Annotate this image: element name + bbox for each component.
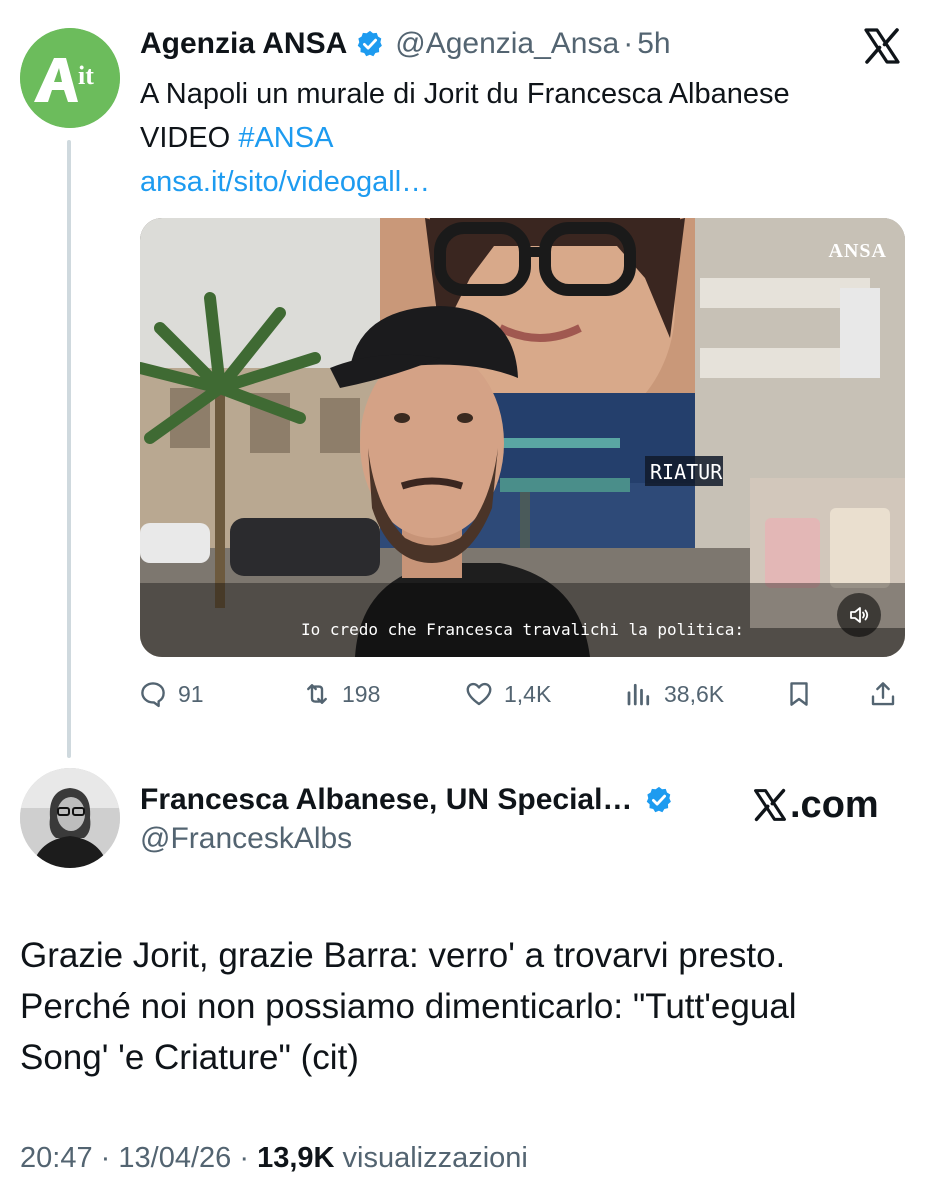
thread-line xyxy=(67,140,71,758)
x-logo-icon[interactable] xyxy=(862,26,902,66)
albanese-photo xyxy=(20,768,120,868)
reply-icon xyxy=(141,682,165,708)
mute-button[interactable] xyxy=(837,593,881,637)
ansa-logo: it xyxy=(20,28,120,128)
x-com-label: .com xyxy=(790,783,879,826)
view-count: 38,6K xyxy=(664,680,725,707)
tweet-date[interactable]: 13/04/26 xyxy=(118,1142,231,1174)
main-tweet-line-3: Song' 'e Criature" (cit) xyxy=(20,1038,359,1077)
albanese-avatar[interactable] xyxy=(20,768,120,868)
views-button[interactable]: 38,6K xyxy=(624,672,724,716)
main-tweet-text: Grazie Jorit, grazie Barra: verro' a tro… xyxy=(20,930,910,1083)
x-com-watermark: .com xyxy=(752,783,879,827)
repost-icon xyxy=(307,684,327,704)
quoted-tweet-actions: 91 198 1,4K 38,6K xyxy=(138,672,908,716)
tweet-time-ago[interactable]: 5h xyxy=(637,27,670,61)
like-count: 1,4K xyxy=(504,680,552,707)
article-link[interactable]: ansa.it/sito/videogall… xyxy=(140,160,430,204)
bookmark-icon xyxy=(790,682,808,706)
meta-separator: · xyxy=(100,1142,111,1174)
video-subtitle: Io credo che Francesca travalichi la pol… xyxy=(300,620,745,639)
video-watermark: ANSA xyxy=(828,240,887,262)
ansa-avatar-text: it xyxy=(78,61,94,90)
main-tweet-author-row: Francesca Albanese, UN Special… xyxy=(140,780,684,820)
albanese-author-name[interactable]: Francesca Albanese, UN Special… xyxy=(140,783,632,817)
main-view-count[interactable]: 13,9K xyxy=(257,1142,334,1174)
bar-chart-icon xyxy=(627,683,650,706)
hashtag-link[interactable]: #ANSA xyxy=(238,122,333,154)
main-tweet-line-1: Grazie Jorit, grazie Barra: verro' a tro… xyxy=(20,936,786,975)
verified-badge-icon xyxy=(358,30,383,57)
ansa-handle[interactable]: @Agenzia_Ansa xyxy=(395,27,619,61)
repost-count: 198 xyxy=(342,680,381,707)
mural-sign-text: RIATUR xyxy=(650,460,723,484)
header-separator: · xyxy=(623,27,634,60)
bookmark-button[interactable] xyxy=(784,672,824,716)
verified-badge-icon xyxy=(647,786,672,813)
reply-button[interactable]: 91 xyxy=(138,672,204,716)
ansa-author-name[interactable]: Agenzia ANSA xyxy=(140,27,347,61)
main-tweet-line-2: Perché noi non possiamo dimenticarlo: "T… xyxy=(20,987,797,1026)
reply-count: 91 xyxy=(178,680,204,707)
repost-button[interactable]: 198 xyxy=(302,672,380,716)
video-frame: RIATUR xyxy=(140,218,905,657)
tweet-metadata: 20:47 · 13/04/26 · 13,9K visualizzazioni xyxy=(20,1142,528,1175)
tweet-time[interactable]: 20:47 xyxy=(20,1142,93,1174)
ansa-avatar[interactable]: it xyxy=(20,28,120,128)
views-label: visualizzazioni xyxy=(342,1142,528,1174)
speaker-muted-icon xyxy=(850,607,869,623)
quoted-tweet-text: A Napoli un murale di Jorit du Francesca… xyxy=(140,72,820,160)
video-player[interactable]: RIATUR ANSA Io credo che Francesca trava… xyxy=(140,218,905,657)
share-button[interactable] xyxy=(868,672,908,716)
like-button[interactable]: 1,4K xyxy=(464,672,551,716)
albanese-handle[interactable]: @FranceskAlbs xyxy=(140,822,352,856)
heart-icon xyxy=(466,682,492,706)
meta-separator: · xyxy=(239,1142,249,1174)
x-logo-icon xyxy=(754,788,786,822)
share-icon xyxy=(871,682,895,706)
quoted-tweet-header: Agenzia ANSA @Agenzia_Ansa · 5h xyxy=(140,24,671,64)
